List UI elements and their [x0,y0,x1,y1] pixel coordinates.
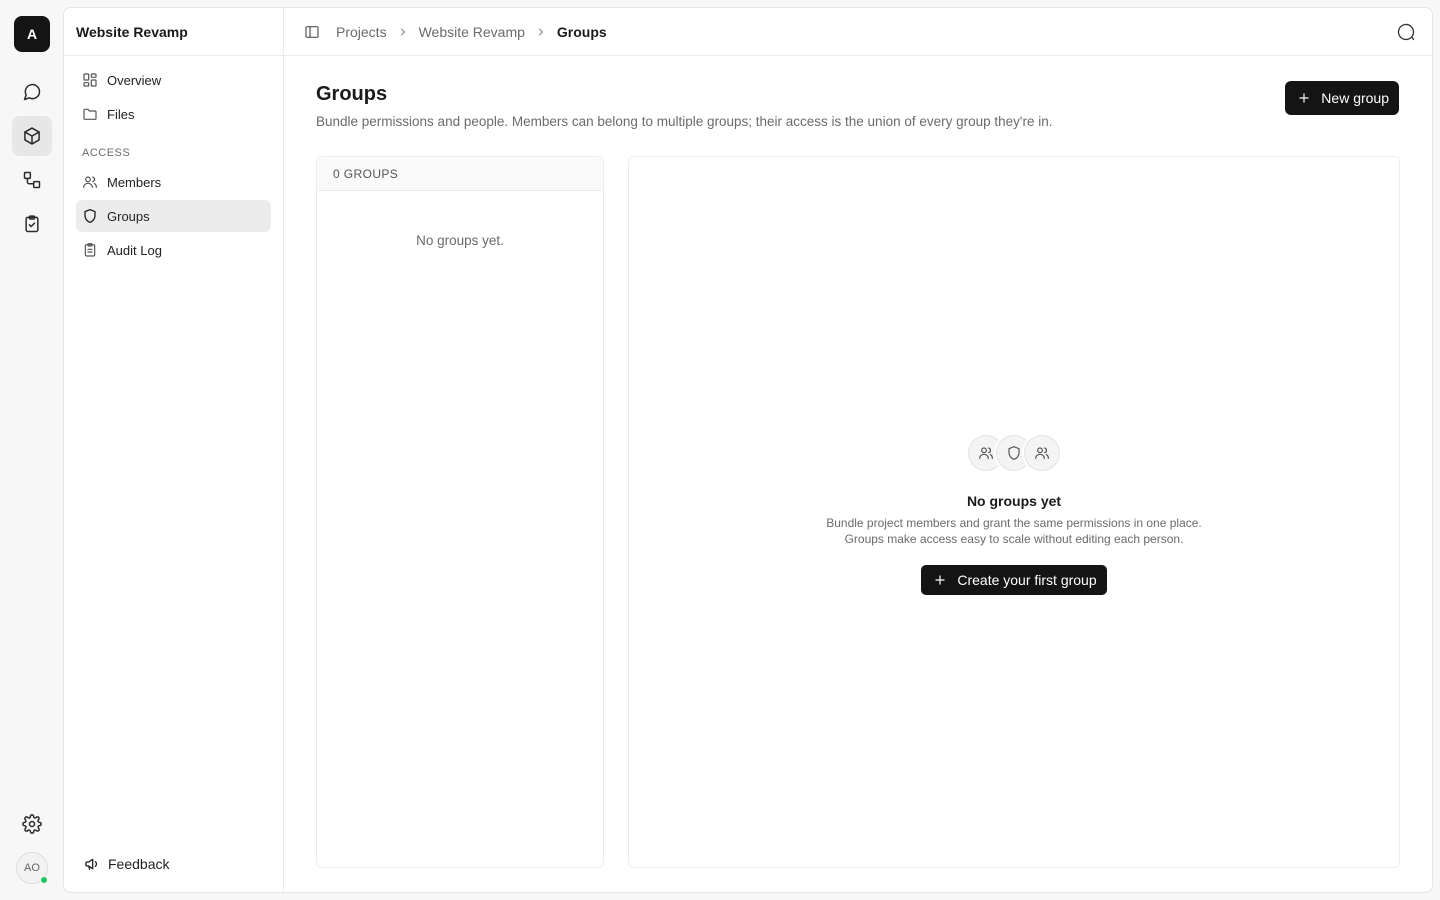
shield-icon [84,209,96,223]
gear-icon [22,814,42,834]
page-subtitle: Bundle permissions and people. Members c… [316,114,1053,129]
breadcrumb-project[interactable]: Website Revamp [419,24,525,40]
users-icon [83,176,97,188]
online-status-dot [40,876,48,884]
message-circle-icon [23,83,41,101]
folder-icon [83,108,97,120]
breadcrumb: Projects Website Revamp Groups [336,24,607,40]
groups-list: 0 GROUPS No groups yet. [316,156,604,868]
sidebar-item-label: Groups [107,208,150,224]
sidebar-item-label: Members [107,174,162,190]
chat-bubble-icon [1397,23,1415,41]
main-panel: Website Revamp Overview Files ACCESS Mem… [63,7,1433,893]
rail-tasks-button[interactable] [12,204,52,244]
sidebar-item-audit-log[interactable]: Audit Log [76,234,271,266]
sidebar-item-groups[interactable]: Groups [76,200,271,232]
sidebar-section-access: ACCESS [82,147,131,159]
breadcrumb-current: Groups [556,23,607,40]
flow-icon [23,171,41,189]
rail-chat-button[interactable] [12,72,52,112]
project-name: Website Revamp [64,8,283,56]
chevron-right-icon [400,27,405,36]
clipboard-check-icon [25,215,39,233]
new-group-label: New group [1321,90,1389,106]
plus-icon [935,575,946,585]
box-icon [24,127,40,145]
groups-count: 0 GROUPS [317,157,603,191]
groups-content: Groups Bundle permissions and people. Me… [284,56,1432,892]
empty-icon-circle [1024,435,1060,471]
user-initials: AO [24,862,40,874]
user-avatar[interactable]: AO [16,852,48,884]
plus-icon [1299,93,1309,103]
rail-projects-button[interactable] [12,116,52,156]
sidebar-item-label: Files [107,106,135,122]
top-bar: Projects Website Revamp Groups [284,8,1432,56]
groups-list-empty: No groups yet. [416,233,504,248]
chevron-right-icon [538,27,544,36]
create-first-group-button[interactable]: Create your first group [921,565,1107,595]
new-group-button[interactable]: New group [1285,81,1399,115]
empty-state-line: Bundle project members and grant the sam… [826,516,1202,530]
icon-rail: A AO [0,0,64,900]
breadcrumb-projects[interactable]: Projects [336,24,387,40]
page-title: Groups [316,83,388,105]
sidebar-item-overview[interactable]: Overview [76,64,271,96]
project-sidebar: Website Revamp Overview Files ACCESS Mem… [64,8,284,892]
sidebar-item-label: Audit Log [107,242,162,258]
sidebar-item-label: Overview [107,72,162,88]
empty-state-line: Groups make access easy to scale without… [844,532,1184,546]
workspace-badge[interactable]: A [14,16,50,52]
create-first-group-label: Create your first group [957,572,1097,588]
sidebar-toggle-icon [305,25,319,38]
sidebar-toggle-button[interactable] [304,24,320,40]
sidebar-nav: Overview Files ACCESS Members Groups Aud… [64,56,283,276]
feedback-button[interactable]: Feedback [84,856,169,872]
empty-state-illustration [968,435,1060,471]
empty-state-description: Bundle project members and grant the sam… [826,515,1202,547]
sidebar-item-files[interactable]: Files [76,98,271,130]
users-icon [1035,447,1049,459]
sidebar-item-members[interactable]: Members [76,166,271,198]
empty-state: No groups yet Bundle project members and… [629,435,1399,595]
empty-state-title: No groups yet [966,493,1062,509]
grid-icon [83,73,97,87]
shield-icon [1008,446,1020,460]
group-detail-panel: No groups yet Bundle project members and… [628,156,1400,868]
megaphone-icon [85,858,98,870]
assistant-chat-button[interactable] [1396,22,1416,42]
settings-button[interactable] [12,804,52,844]
feedback-label: Feedback [108,856,170,872]
clipboard-list-icon [84,243,96,257]
users-icon [979,447,993,459]
rail-workflows-button[interactable] [12,160,52,200]
